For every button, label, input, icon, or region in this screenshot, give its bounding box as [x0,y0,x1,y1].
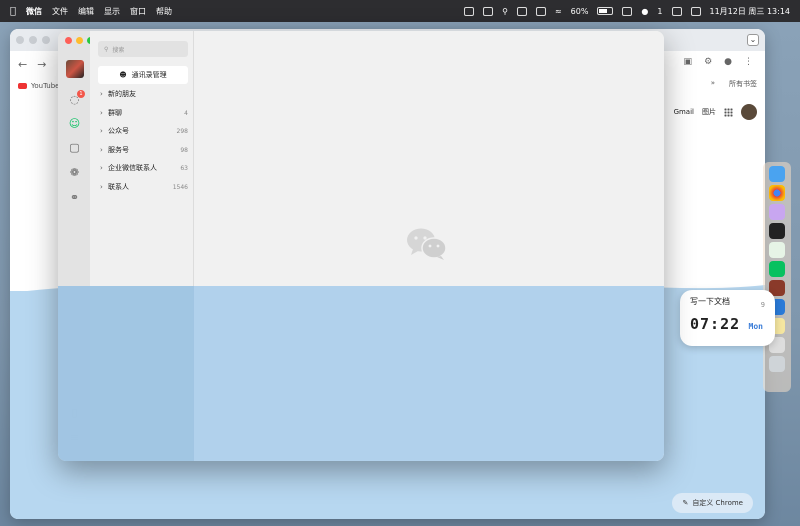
minimize-button[interactable] [76,37,83,44]
contacts-manage-label: 通讯录管理 [131,71,167,79]
chrome-traffic-lights [16,36,50,44]
chrome-extensions: ▣ ⚙ ● ⋮ [684,57,753,67]
chevron-right-icon: › [100,90,103,98]
status-wechat-count: 1 [657,6,663,16]
images-link[interactable]: 图片 [702,107,716,117]
row-label: 服务号 [108,146,129,154]
wechat-window: ◌ 1 ☺ ▢ ❁ ⚭ ▯ ≡ ⚲ 搜索 ☻ 通讯录管理 › 新的朋友 › 群聊… [58,31,664,461]
spotlight-icon[interactable]: ⚲ [502,7,508,16]
menu-help[interactable]: 帮助 [156,6,172,17]
search-placeholder: 搜索 [112,46,125,54]
status-wechat-icon[interactable]: ● [641,7,648,16]
moments-icon[interactable]: ❁ [68,166,81,179]
finder-icon[interactable] [769,166,785,182]
widget-day: Mon [748,322,763,331]
battery-icon[interactable] [597,7,614,15]
search-input[interactable]: ⚲ 搜索 [98,41,188,57]
apps-grid-icon[interactable] [724,107,733,117]
app-dark-icon[interactable] [769,223,785,239]
back-icon[interactable]: ← [18,58,27,71]
bookmark-all[interactable]: 所有书签 [729,79,757,89]
profile-icon[interactable]: ● [724,57,732,67]
row-count: 4 [184,109,188,117]
list-item-work-contacts[interactable]: › 企业微信联系人 63 [100,161,188,175]
channels-icon[interactable]: ⚭ [68,191,81,204]
control-center-icon[interactable] [690,6,701,16]
dock [763,162,791,392]
list-item-service-accounts[interactable]: › 服务号 98 [100,143,188,157]
chevron-right-icon: › [100,127,103,135]
menu-bar:  微信 文件 编辑 显示 窗口 帮助 ⚲ ≈ 60% ● 1 11月12日 周… [0,0,800,22]
list-item-official-accounts[interactable]: › 公众号 298 [100,124,188,138]
row-count: 298 [176,127,188,135]
person-icon: ☻ [119,71,127,79]
chat-unread-badge: 1 [77,90,85,98]
menu-app-name[interactable]: 微信 [26,6,42,17]
chevron-right-icon: › [100,164,103,172]
bookmark-youtube[interactable]: YouTube [31,82,59,90]
water-overlay-sidebar [58,286,194,461]
wechat-dock-icon[interactable] [769,261,785,277]
widget-count: 9 [760,301,765,309]
list-item-new-friends[interactable]: › 新的朋友 [100,87,188,101]
extension-icon[interactable]: ▣ [684,57,693,67]
chrome-icon[interactable] [769,185,785,201]
widget-title: 写一下文档 [690,297,730,306]
wifi-icon[interactable]: ≈ [555,7,562,16]
menu-file[interactable]: 文件 [52,6,68,17]
list-item-group-chats[interactable]: › 群聊 4 [100,106,188,120]
chevron-right-icon: › [100,146,103,154]
customize-chrome-label: 自定义 Chrome [692,499,743,507]
app-link-icon[interactable] [769,242,785,258]
trash-icon[interactable] [769,356,785,372]
user-avatar[interactable] [66,60,84,78]
customize-chrome-button[interactable]: ✎ 自定义 Chrome [672,493,753,513]
app-butterfly-icon[interactable] [769,204,785,220]
list-item-contacts[interactable]: › 联系人 1546 [100,180,188,194]
status-bird-icon[interactable] [464,6,475,16]
pencil-icon: ✎ [682,499,689,507]
contacts-manage-button[interactable]: ☻ 通讯录管理 [98,66,188,84]
menu-window[interactable]: 窗口 [130,6,146,17]
apple-icon[interactable]:  [10,6,16,17]
row-label: 公众号 [108,127,129,135]
row-label: 新的朋友 [108,90,136,98]
row-label: 企业微信联系人 [108,164,157,172]
bookmarks-right: » 所有书签 [711,79,757,89]
status-layers-icon[interactable] [535,6,546,16]
google-avatar[interactable] [741,104,757,120]
row-label: 群聊 [108,109,122,117]
status-display-icon[interactable] [516,6,527,16]
status-steam-icon[interactable] [622,6,633,16]
contacts-icon[interactable]: ☺ [68,117,81,130]
status-photo-icon[interactable] [483,6,494,16]
close-button[interactable] [65,37,72,44]
chrome-close-button[interactable] [16,36,24,44]
puzzle-icon[interactable]: ⚙ [704,57,712,67]
forward-icon[interactable]: → [37,58,46,71]
menu-view[interactable]: 显示 [104,6,120,17]
youtube-icon [18,83,27,89]
battery-percent: 60% [570,6,589,16]
chrome-minimize-button[interactable] [29,36,37,44]
menu-edit[interactable]: 编辑 [78,6,94,17]
google-nav: Gmail 图片 [674,104,757,120]
favorites-icon[interactable]: ▢ [68,141,81,154]
row-count: 98 [180,146,188,154]
menubar-datetime[interactable]: 11月12日 周三 13:14 [710,6,791,17]
chrome-zoom-button[interactable] [42,36,50,44]
chevron-right-icon: › [100,109,103,117]
row-count: 1546 [172,183,188,191]
todo-widget[interactable]: 写一下文档 9 07:22 Mon [680,290,775,346]
status-cat-icon[interactable] [671,6,682,16]
row-count: 63 [180,164,188,172]
gmail-link[interactable]: Gmail [674,108,694,116]
row-label: 联系人 [108,183,129,191]
search-icon: ⚲ [104,45,109,53]
wechat-logo-icon [407,228,447,260]
chevron-right-icon[interactable]: » [711,79,715,89]
chevron-right-icon: › [100,183,103,191]
chrome-menu-icon[interactable]: ⋮ [744,57,753,67]
chrome-tab-search-button[interactable]: ⌄ [747,34,759,46]
